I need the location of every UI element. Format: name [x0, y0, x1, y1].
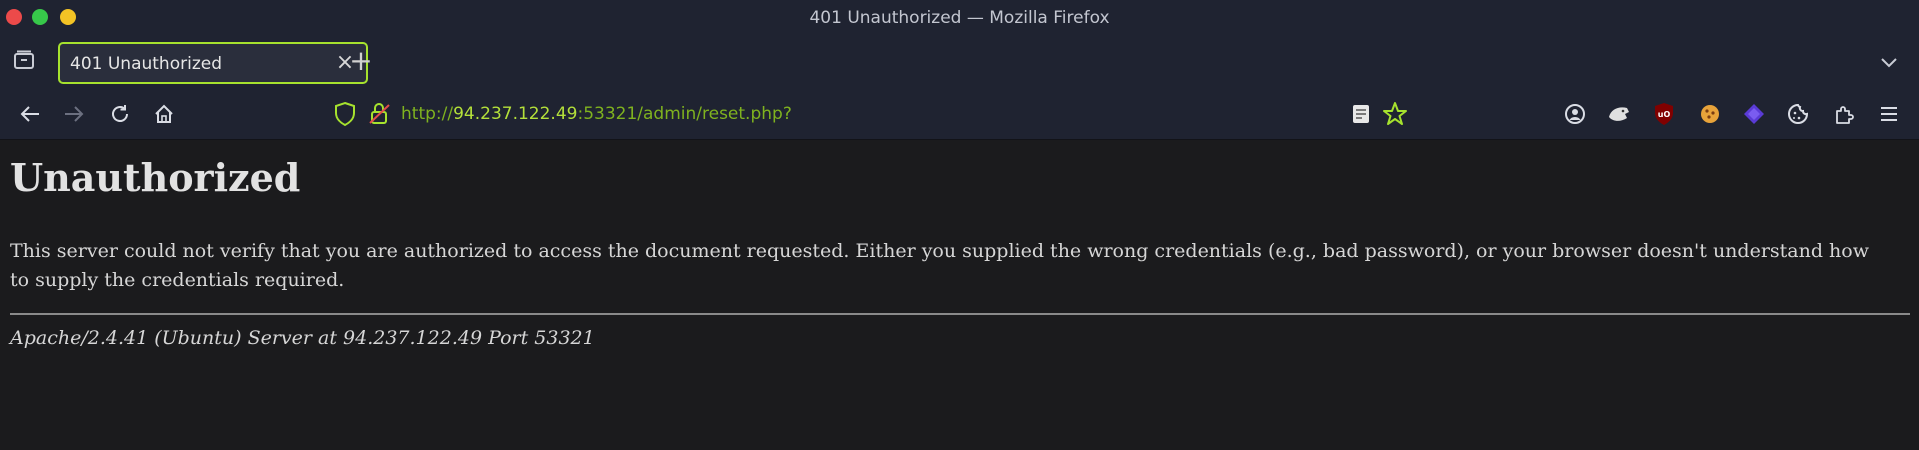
diamond-extension-icon[interactable]	[1741, 101, 1767, 127]
tab-overview-icon[interactable]	[12, 48, 36, 72]
ublock-origin-icon[interactable]: uO	[1651, 101, 1677, 127]
url-bar[interactable]: http://94.237.122.49:53321/admin/reset.p…	[401, 104, 792, 124]
tab-401-unauthorized[interactable]: 401 Unauthorized ×	[58, 42, 368, 84]
cookie-icon[interactable]	[1785, 101, 1811, 127]
url-path: :53321/admin/reset.php?	[577, 104, 792, 124]
extension-fox-icon[interactable]	[1606, 101, 1632, 127]
svg-text:uO: uO	[1658, 110, 1671, 119]
account-icon[interactable]	[1562, 101, 1588, 127]
page-content: Unauthorized This server could not verif…	[0, 141, 1919, 450]
navigation-toolbar: http://94.237.122.49:53321/admin/reset.p…	[0, 88, 1919, 140]
shield-icon[interactable]	[333, 101, 357, 127]
tab-strip: 401 Unauthorized × +	[0, 34, 1919, 88]
url-scheme: http://	[401, 104, 454, 124]
bookmark-star-icon[interactable]	[1382, 101, 1408, 127]
page-heading: Unauthorized	[10, 155, 301, 200]
tab-label: 401 Unauthorized	[70, 54, 222, 74]
cookie-extension-icon[interactable]	[1697, 101, 1723, 127]
url-host: 94.237.122.49	[453, 104, 578, 124]
reload-icon[interactable]	[106, 100, 134, 128]
chevron-down-icon[interactable]	[1877, 50, 1901, 74]
hamburger-menu-icon[interactable]	[1876, 101, 1902, 127]
horizontal-rule	[10, 313, 1910, 315]
error-message: This server could not verify that you ar…	[10, 240, 1869, 291]
server-signature: Apache/2.4.41 (Ubuntu) Server at 94.237.…	[10, 327, 595, 349]
extensions-puzzle-icon[interactable]	[1831, 101, 1857, 127]
plus-icon[interactable]: +	[348, 47, 374, 75]
lock-icon[interactable]	[368, 101, 392, 127]
reader-view-icon[interactable]	[1350, 103, 1372, 125]
home-icon[interactable]	[150, 100, 178, 128]
window-title: 401 Unauthorized — Mozilla Firefox	[809, 8, 1110, 28]
forward-arrow-icon[interactable]	[60, 100, 88, 128]
window-titlebar: 401 Unauthorized — Mozilla Firefox	[0, 0, 1919, 34]
back-arrow-icon[interactable]	[16, 100, 44, 128]
